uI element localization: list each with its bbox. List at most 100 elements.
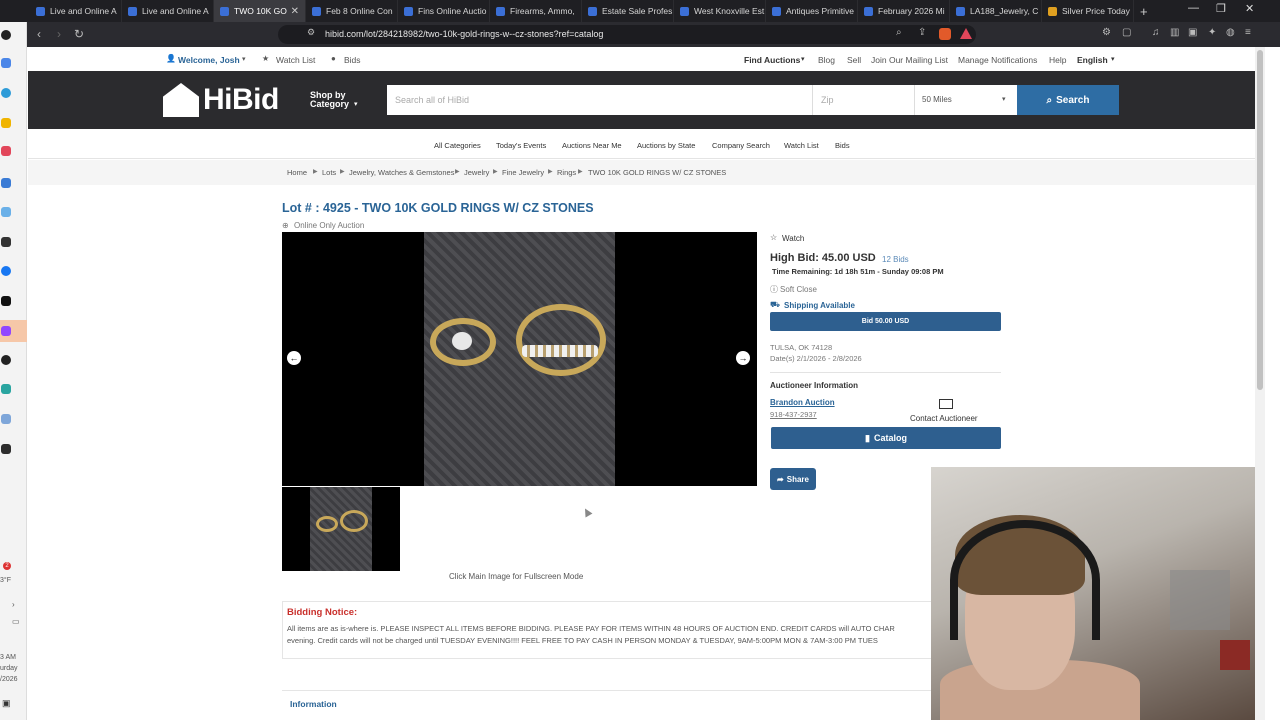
sidebar-toggle-icon[interactable]: ▢ — [1122, 27, 1131, 38]
chevron-right-icon[interactable]: › — [12, 600, 15, 609]
app-icon[interactable] — [1, 88, 11, 98]
window-close-icon[interactable]: ✕ — [1245, 2, 1254, 15]
breadcrumb-fine-jewelry[interactable]: Fine Jewelry — [502, 168, 544, 177]
auctioneer-heading: Auctioneer Information — [770, 381, 859, 390]
shipping-available-link[interactable]: Shipping Available — [784, 301, 855, 310]
app-icon[interactable] — [1, 58, 11, 68]
page-scrollbar-thumb[interactable] — [1257, 50, 1263, 390]
search-button[interactable]: ⌕ Search — [1017, 85, 1119, 115]
browser-tab[interactable]: Antiques Primitive — [766, 0, 858, 22]
nav-company-search[interactable]: Company Search — [712, 141, 770, 150]
zoom-icon[interactable]: ⌕ — [896, 27, 902, 38]
browser-tab[interactable]: Live and Online A — [122, 0, 214, 22]
app-icon[interactable] — [1, 384, 11, 394]
manage-notifications-link[interactable]: Manage Notifications — [958, 55, 1037, 65]
browser-tab[interactable]: West Knoxville Est — [674, 0, 766, 22]
maximize-icon[interactable]: ❐ — [1216, 2, 1226, 15]
site-info-icon[interactable]: ⚙ — [307, 27, 315, 38]
app-icon[interactable] — [1, 118, 11, 128]
bid-button[interactable]: Bid 50.00 USD — [770, 312, 1001, 331]
brave-rewards-icon[interactable] — [960, 28, 972, 39]
help-link[interactable]: Help — [1049, 55, 1066, 65]
app-icon[interactable] — [1, 355, 11, 365]
util-watch-list-link[interactable]: Watch List — [276, 55, 315, 65]
browser-tab[interactable]: Fins Online Auctio — [398, 0, 490, 22]
browser-tab[interactable]: Feb 8 Online Con — [306, 0, 398, 22]
browser-tab-active[interactable]: TWO 10K GO ✕ — [214, 0, 306, 22]
nav-auctions-near-me[interactable]: Auctions Near Me — [562, 141, 622, 150]
browser-tab[interactable]: Estate Sale Profes — [582, 0, 674, 22]
close-tab-icon[interactable]: ✕ — [291, 6, 299, 17]
breadcrumb-jewelry[interactable]: Jewelry — [464, 168, 489, 177]
breadcrumb-rings[interactable]: Rings — [557, 168, 576, 177]
welcome-user-menu[interactable]: Welcome, Josh — [178, 55, 240, 65]
shop-by-category-menu[interactable]: Shop by Category — [310, 91, 349, 109]
forward-arrow-icon[interactable]: › — [57, 27, 61, 41]
chevron-down-icon[interactable]: ▾ — [1002, 95, 1006, 103]
nav-watch-list[interactable]: Watch List — [784, 141, 819, 150]
address-bar-url[interactable]: hibid.com/lot/284218982/two-10k-gold-rin… — [325, 29, 603, 39]
watch-link[interactable]: Watch — [782, 234, 804, 243]
reading-list-icon[interactable]: ▥ — [1170, 27, 1179, 38]
share-page-icon[interactable]: ⇪ — [918, 27, 926, 38]
chevron-down-icon[interactable]: ▾ — [242, 55, 246, 63]
nav-all-categories[interactable]: All Categories — [434, 141, 481, 150]
blog-link[interactable]: Blog — [818, 55, 835, 65]
next-image-arrow-icon[interactable]: → — [736, 351, 750, 365]
extensions-icon[interactable]: ⚙ — [1102, 27, 1111, 38]
app-icon[interactable] — [1, 30, 11, 40]
chevron-down-icon[interactable]: ▾ — [354, 100, 358, 108]
information-tab[interactable]: Information — [290, 699, 337, 709]
app-icon[interactable] — [1, 296, 11, 306]
menu-icon[interactable]: ≡ — [1245, 27, 1251, 38]
sell-link[interactable]: Sell — [847, 55, 861, 65]
app-icon[interactable] — [1, 444, 11, 454]
vpn-icon[interactable]: ◍ — [1226, 27, 1235, 38]
nav-todays-events[interactable]: Today's Events — [496, 141, 546, 150]
auctioneer-phone-link[interactable]: 918-437-2937 — [770, 410, 817, 419]
notifications-icon[interactable]: ▣ — [2, 698, 11, 709]
hibid-logo[interactable]: HiBid — [163, 83, 279, 117]
leo-icon[interactable]: ✦ — [1208, 27, 1216, 38]
brave-shield-icon[interactable] — [939, 28, 951, 40]
network-icon[interactable]: ▭ — [12, 617, 20, 626]
new-tab-plus-icon[interactable]: + — [1140, 4, 1148, 19]
back-arrow-icon[interactable]: ‹ — [37, 27, 41, 41]
auctioneer-name-link[interactable]: Brandon Auction — [770, 398, 835, 407]
find-auctions-menu[interactable]: Find Auctions — [744, 55, 800, 65]
nav-auctions-by-state[interactable]: Auctions by State — [637, 141, 695, 150]
browser-tab[interactable]: Live and Online A — [30, 0, 122, 22]
prev-image-arrow-icon[interactable]: ← — [287, 351, 301, 365]
bid-count-link[interactable]: 12 Bids — [882, 255, 909, 264]
minimize-icon[interactable]: — — [1188, 2, 1199, 14]
media-icon[interactable]: ♫ — [1152, 27, 1160, 38]
breadcrumb-lots[interactable]: Lots — [322, 168, 336, 177]
app-icon[interactable] — [1, 146, 11, 156]
language-select[interactable]: English — [1077, 55, 1108, 65]
browser-tab[interactable]: Silver Price Today — [1042, 0, 1134, 22]
catalog-button[interactable]: ▮ Catalog — [771, 427, 1001, 449]
app-icon[interactable] — [1, 326, 11, 336]
contact-auctioneer-link[interactable]: Contact Auctioneer — [910, 414, 978, 423]
browser-tab[interactable]: Firearms, Ammo, — [490, 0, 582, 22]
reload-icon[interactable]: ↻ — [74, 27, 84, 41]
chevron-down-icon[interactable]: ▾ — [801, 55, 805, 63]
util-bids-link[interactable]: Bids — [344, 55, 361, 65]
app-icon[interactable] — [1, 237, 11, 247]
app-icon[interactable] — [1, 414, 11, 424]
mailing-list-link[interactable]: Join Our Mailing List — [871, 55, 948, 65]
app-icon[interactable] — [1, 207, 11, 217]
nav-bids[interactable]: Bids — [835, 141, 850, 150]
app-icon[interactable] — [1, 266, 11, 276]
wallet-icon[interactable]: ▣ — [1188, 27, 1197, 38]
app-icon[interactable] — [1, 178, 11, 188]
breadcrumb-jewelry-watches[interactable]: Jewelry, Watches & Gemstones — [349, 168, 454, 177]
browser-tab[interactable]: LA188_Jewelry, C — [950, 0, 1042, 22]
breadcrumb-home[interactable]: Home — [287, 168, 307, 177]
watch-star-icon[interactable]: ☆ — [770, 233, 777, 242]
share-button[interactable]: ➦ Share — [770, 468, 816, 490]
browser-tab[interactable]: February 2026 Mi — [858, 0, 950, 22]
info-icon[interactable]: ⓘ — [770, 284, 778, 295]
chevron-down-icon[interactable]: ▾ — [1111, 55, 1115, 63]
envelope-icon[interactable] — [939, 399, 953, 409]
